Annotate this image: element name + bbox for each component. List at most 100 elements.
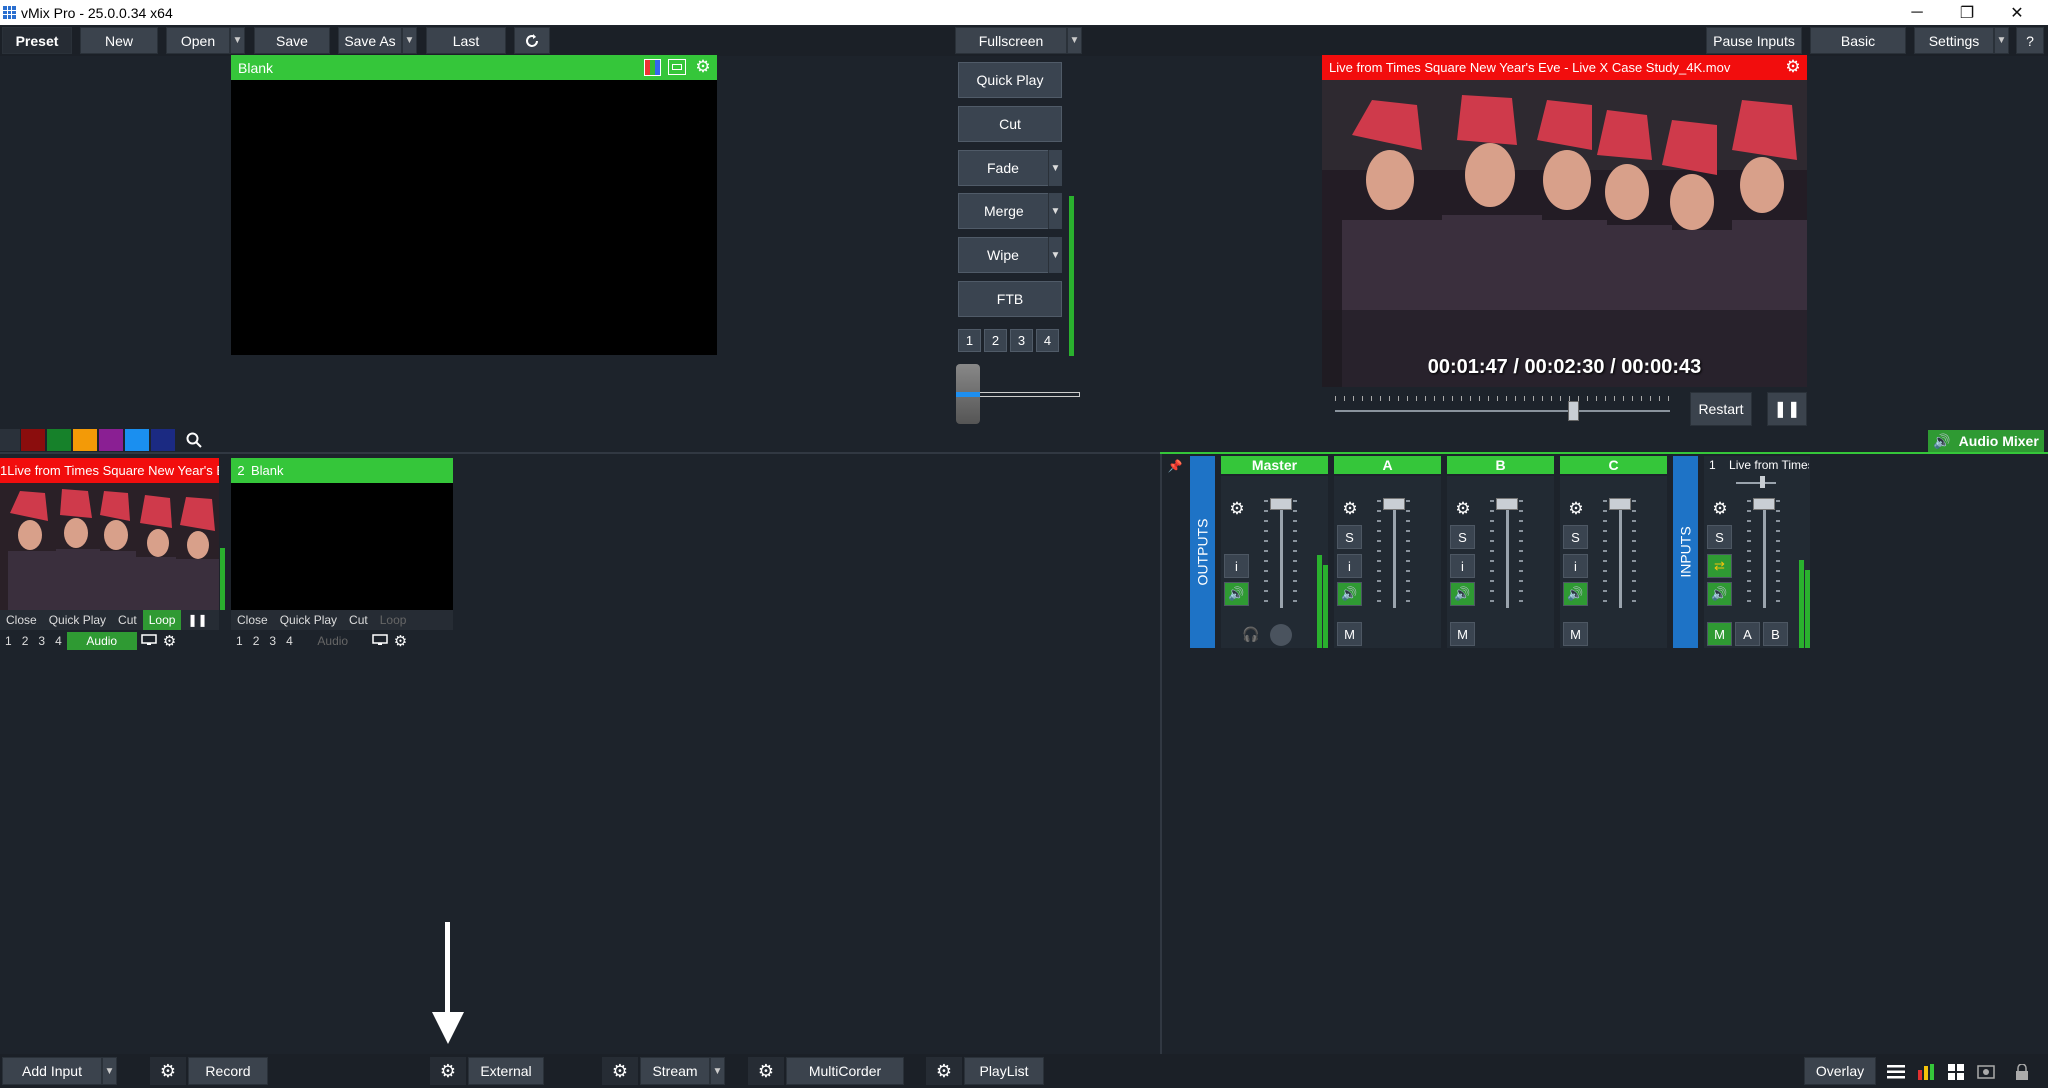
transition-4-button[interactable]: 4 bbox=[1036, 329, 1059, 352]
merge-button[interactable]: Merge bbox=[958, 193, 1062, 229]
open-button[interactable]: Open bbox=[166, 27, 230, 54]
t-bar-handle[interactable] bbox=[956, 364, 980, 424]
input-strip-1-solo-button[interactable]: S bbox=[1707, 525, 1732, 549]
input-strip-1-balance-knob[interactable] bbox=[1760, 476, 1765, 488]
output-settings-gear-icon[interactable]: ⚙ bbox=[1782, 56, 1804, 78]
master-fader-knob[interactable] bbox=[1270, 498, 1292, 510]
bus-b-fader-knob[interactable] bbox=[1496, 498, 1518, 510]
stream-settings-gear-icon[interactable]: ⚙ bbox=[602, 1057, 638, 1085]
input-2-loop-button[interactable]: Loop bbox=[374, 613, 413, 627]
input-1-overlay-4[interactable]: 4 bbox=[50, 634, 67, 648]
open-dropdown-caret[interactable]: ▼ bbox=[230, 27, 245, 54]
bus-a-gear-icon[interactable]: ⚙ bbox=[1337, 496, 1363, 522]
input-strip-1-bus-a-button[interactable]: A bbox=[1735, 622, 1760, 646]
add-input-dropdown-caret[interactable]: ▼ bbox=[102, 1057, 117, 1085]
grid-view-icon[interactable] bbox=[1942, 1060, 1970, 1084]
restart-button[interactable]: Restart bbox=[1690, 392, 1752, 426]
pause-inputs-button[interactable]: Pause Inputs bbox=[1706, 27, 1802, 54]
fullscreen-dropdown-caret[interactable]: ▼ bbox=[1067, 27, 1082, 54]
input-2-overlay-3[interactable]: 3 bbox=[264, 634, 281, 648]
refresh-button[interactable] bbox=[514, 27, 550, 54]
input-2-cut-button[interactable]: Cut bbox=[343, 613, 374, 627]
overlay-button[interactable]: Overlay bbox=[1804, 1057, 1876, 1085]
external-settings-gear-icon[interactable]: ⚙ bbox=[430, 1057, 466, 1085]
input-1-thumbnail[interactable] bbox=[0, 483, 219, 610]
last-button[interactable]: Last bbox=[426, 27, 506, 54]
bus-c-header[interactable]: C bbox=[1560, 456, 1667, 474]
bus-a-fader-track[interactable] bbox=[1393, 500, 1396, 608]
input-strip-1-master-button[interactable]: M bbox=[1707, 622, 1732, 646]
master-channel-header[interactable]: Master bbox=[1221, 456, 1328, 474]
bus-c-fader-knob[interactable] bbox=[1609, 498, 1631, 510]
close-window-button[interactable]: ✕ bbox=[1992, 0, 2042, 25]
input-1-monitor-icon[interactable] bbox=[137, 633, 161, 649]
bus-c-info-button[interactable]: i bbox=[1563, 554, 1588, 578]
master-gear-icon[interactable]: ⚙ bbox=[1224, 496, 1250, 522]
screenshot-icon[interactable] bbox=[1972, 1060, 2000, 1084]
wipe-dropdown-caret[interactable]: ▼ bbox=[1048, 237, 1062, 273]
input-2-monitor-icon[interactable] bbox=[368, 633, 392, 649]
quick-play-button[interactable]: Quick Play bbox=[958, 62, 1062, 98]
settings-dropdown-caret[interactable]: ▼ bbox=[1994, 27, 2009, 54]
minimize-button[interactable]: ─ bbox=[1892, 0, 1942, 25]
input-2-close-button[interactable]: Close bbox=[231, 613, 274, 627]
bus-a-mute-button[interactable]: M bbox=[1337, 622, 1362, 646]
input-strip-1-fader-knob[interactable] bbox=[1753, 498, 1775, 510]
transition-1-button[interactable]: 1 bbox=[958, 329, 981, 352]
filter-color-green[interactable] bbox=[47, 429, 71, 451]
input-strip-1-swap-icon[interactable]: ⇄ bbox=[1707, 554, 1732, 578]
preset-button[interactable]: Preset bbox=[2, 27, 72, 54]
audio-mixer-tab[interactable]: 🔊 Audio Mixer bbox=[1928, 430, 2044, 452]
input-2-thumbnail[interactable] bbox=[231, 483, 453, 610]
bus-b-info-button[interactable]: i bbox=[1450, 554, 1475, 578]
input-2-gear-icon[interactable]: ⚙ bbox=[392, 632, 409, 650]
input-1-cut-button[interactable]: Cut bbox=[112, 613, 143, 627]
stream-dropdown-caret[interactable]: ▼ bbox=[710, 1057, 725, 1085]
pin-icon[interactable]: 📌 bbox=[1166, 457, 1184, 475]
master-speaker-icon[interactable]: 🔊 bbox=[1224, 582, 1249, 606]
bus-c-speaker-icon[interactable]: 🔊 bbox=[1563, 582, 1588, 606]
outputs-tab[interactable]: OUTPUTS bbox=[1190, 456, 1215, 648]
bus-a-info-button[interactable]: i bbox=[1337, 554, 1362, 578]
bus-b-speaker-icon[interactable]: 🔊 bbox=[1450, 582, 1475, 606]
input-1-pause-button[interactable]: ❚❚ bbox=[181, 613, 213, 627]
input-1-quick-play-button[interactable]: Quick Play bbox=[43, 613, 112, 627]
bus-c-mute-button[interactable]: M bbox=[1563, 622, 1588, 646]
fade-dropdown-caret[interactable]: ▼ bbox=[1048, 150, 1062, 186]
external-button[interactable]: External bbox=[468, 1057, 544, 1085]
filter-color-purple[interactable] bbox=[99, 429, 123, 451]
bus-b-solo-button[interactable]: S bbox=[1450, 525, 1475, 549]
bus-c-fader-track[interactable] bbox=[1619, 500, 1622, 608]
input-strip-1-bus-b-button[interactable]: B bbox=[1763, 622, 1788, 646]
record-button[interactable]: Record bbox=[188, 1057, 268, 1085]
input-1-title-bar[interactable]: 1 Live from Times Square New Year's E bbox=[0, 458, 219, 483]
color-correction-icon[interactable] bbox=[644, 59, 661, 76]
input-1-gear-icon[interactable]: ⚙ bbox=[161, 632, 178, 650]
input-1-overlay-1[interactable]: 1 bbox=[0, 634, 17, 648]
bus-c-gear-icon[interactable]: ⚙ bbox=[1563, 496, 1589, 522]
input-2-quick-play-button[interactable]: Quick Play bbox=[274, 613, 343, 627]
headphones-icon[interactable]: 🎧 bbox=[1241, 624, 1261, 644]
ftb-button[interactable]: FTB bbox=[958, 281, 1062, 317]
input-1-overlay-2[interactable]: 2 bbox=[17, 634, 34, 648]
playback-position-handle[interactable] bbox=[1567, 401, 1579, 421]
input-strip-1-balance-track[interactable] bbox=[1736, 482, 1776, 484]
bus-a-header[interactable]: A bbox=[1334, 456, 1441, 474]
lock-icon[interactable] bbox=[2008, 1060, 2036, 1084]
bus-c-solo-button[interactable]: S bbox=[1563, 525, 1588, 549]
list-view-icon[interactable] bbox=[1882, 1060, 1910, 1084]
filter-color-blue[interactable] bbox=[125, 429, 149, 451]
input-strip-1-fader-track[interactable] bbox=[1763, 500, 1766, 608]
record-settings-gear-icon[interactable]: ⚙ bbox=[150, 1057, 186, 1085]
preview-settings-gear-icon[interactable]: ⚙ bbox=[692, 56, 714, 78]
help-button[interactable]: ? bbox=[2016, 27, 2044, 54]
input-1-loop-button[interactable]: Loop bbox=[142, 610, 182, 630]
input-2-title-bar[interactable]: 2 Blank bbox=[231, 458, 453, 483]
stream-button[interactable]: Stream bbox=[640, 1057, 710, 1085]
bus-a-fader-knob[interactable] bbox=[1383, 498, 1405, 510]
new-button[interactable]: New bbox=[80, 27, 158, 54]
fullscreen-button[interactable]: Fullscreen bbox=[955, 27, 1067, 54]
search-icon[interactable] bbox=[181, 429, 207, 451]
transition-3-button[interactable]: 3 bbox=[1010, 329, 1033, 352]
bus-b-fader-track[interactable] bbox=[1506, 500, 1509, 608]
